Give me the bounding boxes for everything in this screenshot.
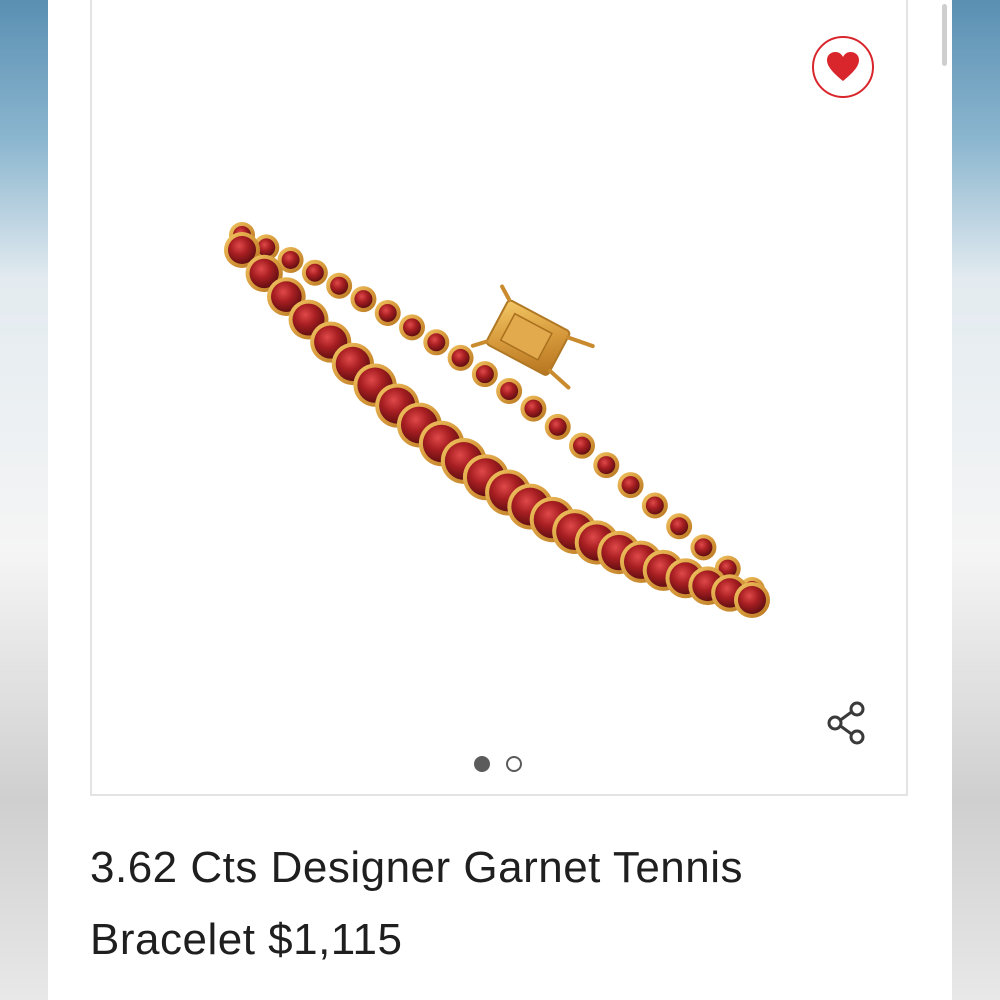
garnet-stone-back	[354, 290, 373, 309]
garnet-stone-front	[738, 586, 766, 614]
garnet-stone-back	[330, 276, 349, 295]
garnet-stone-back	[403, 318, 421, 337]
scrollbar[interactable]	[942, 4, 947, 66]
garnet-stone-back	[281, 250, 300, 269]
product-title: 3.62 Cts Designer Garnet Tennis Bracelet…	[90, 843, 744, 964]
garnet-stone-back	[548, 417, 567, 436]
gallery-dot-1[interactable]	[474, 756, 490, 772]
garnet-stone-back	[573, 436, 591, 455]
favorite-button[interactable]	[812, 36, 874, 98]
garnet-stone-back	[621, 476, 640, 495]
garnet-stone-back	[500, 382, 519, 401]
garnet-stone-back	[645, 496, 664, 515]
background-blur-right	[952, 0, 1000, 1000]
garnet-stone-back	[694, 538, 713, 557]
gallery-dot-2[interactable]	[506, 756, 522, 772]
garnet-stone-back	[670, 517, 689, 536]
garnet-stone-back	[597, 456, 616, 475]
heart-icon	[827, 52, 859, 81]
screenshot-background: 3.62 Cts Designer Garnet Tennis Bracelet…	[0, 0, 1000, 1000]
product-image-card	[90, 0, 908, 796]
garnet-stone-back	[524, 399, 543, 418]
garnet-stone-back	[427, 333, 446, 352]
garnet-stone-back	[305, 263, 324, 282]
share-icon	[827, 701, 865, 745]
gallery-pagination	[474, 756, 522, 772]
product-page: 3.62 Cts Designer Garnet Tennis Bracelet…	[48, 0, 952, 1000]
background-blur-left	[0, 0, 48, 1000]
product-image[interactable]	[92, 0, 906, 794]
garnet-stone-back	[378, 303, 397, 322]
garnet-stone-back	[451, 348, 470, 367]
share-button[interactable]	[824, 700, 870, 746]
garnet-stone-back	[475, 365, 494, 384]
garnet-stone-back	[257, 238, 276, 257]
